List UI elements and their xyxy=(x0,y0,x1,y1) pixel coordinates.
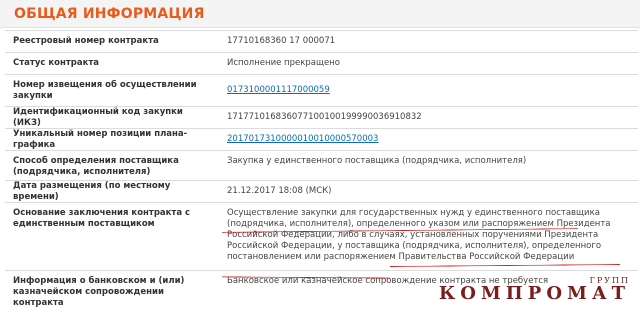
table-row: Способ определения поставщика (подрядчик… xyxy=(5,151,638,181)
row-value: 171771016836077100100199990036910832 xyxy=(227,112,422,122)
section-header: ОБЩАЯ ИНФОРМАЦИЯ xyxy=(0,0,640,28)
row-value: 21.12.2017 18:08 (МСК) xyxy=(227,186,332,196)
table-row: Уникальный номер позиции плана-графика 2… xyxy=(5,129,638,151)
row-label: Дата размещения (по местному времени) xyxy=(13,180,171,202)
info-table: Реестровый номер контракта 17710168360 1… xyxy=(5,30,638,308)
row-label: Идентификационный код закупки (ИКЗ) xyxy=(13,106,183,128)
row-value: 17710168360 17 000071 xyxy=(227,36,336,46)
watermark-logo: КОМПРОМАТ xyxy=(438,283,630,304)
table-row: Номер извещения об осуществлении закупки… xyxy=(5,75,638,107)
row-label: Статус контракта xyxy=(13,58,100,68)
row-label: Уникальный номер позиции плана-графика xyxy=(13,128,188,150)
row-label: Основание заключения контракта с единств… xyxy=(13,208,191,229)
row-value: Осуществление закупки для государственны… xyxy=(227,208,611,262)
table-row: Дата размещения (по местному времени) 21… xyxy=(5,181,638,203)
section-title: ОБЩАЯ ИНФОРМАЦИЯ xyxy=(14,5,205,22)
table-row: Идентификационный код закупки (ИКЗ) 1717… xyxy=(5,107,638,129)
row-value: Закупка у единственного поставщика (подр… xyxy=(227,156,527,166)
plan-position-link[interactable]: 2017017310000010010000570003 xyxy=(227,134,378,145)
table-row: Реестровый номер контракта 17710168360 1… xyxy=(5,31,638,53)
row-label: Реестровый номер контракта xyxy=(13,36,159,46)
table-row: Статус контракта Исполнение прекращено xyxy=(5,53,638,75)
row-value: 2017017310000010010000570003 xyxy=(213,129,638,150)
row-value: Исполнение прекращено xyxy=(227,58,340,68)
notice-number-link[interactable]: 0173100001117000059 xyxy=(227,85,330,96)
row-label: Номер извещения об осуществлении закупки xyxy=(13,79,197,101)
table-row: Основание заключения контракта с единств… xyxy=(5,203,638,271)
row-label: Информация о банковском и (или) казначей… xyxy=(13,276,185,308)
row-value: 0173100001117000059 xyxy=(213,75,638,106)
row-label: Способ определения поставщика (подрядчик… xyxy=(13,156,179,177)
